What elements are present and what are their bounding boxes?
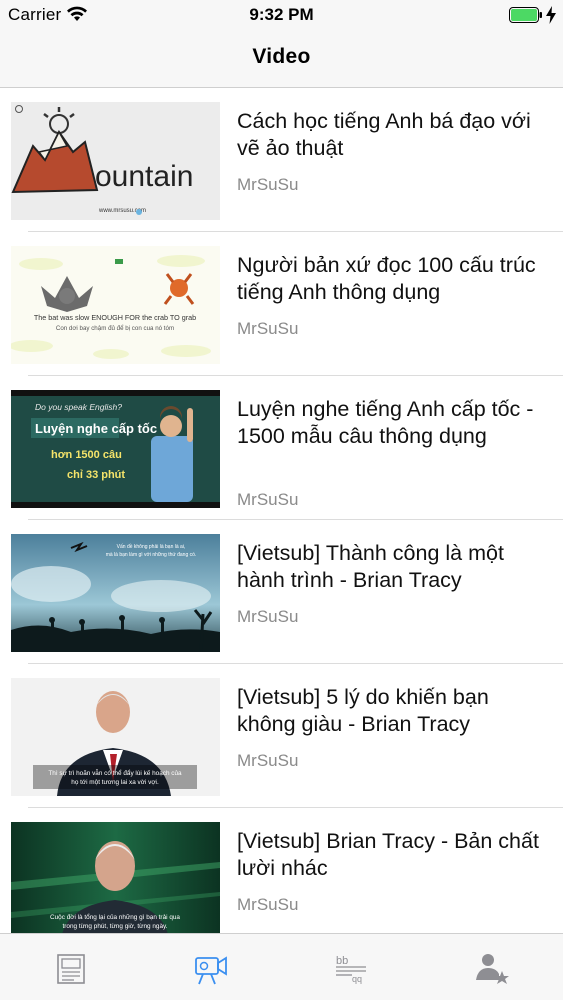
tab-profile[interactable] <box>472 948 512 988</box>
video-row[interactable]: Vấn đề không phải là bạn là ai, mà là bạ… <box>0 520 563 664</box>
tab-video[interactable] <box>192 948 232 988</box>
battery-icon <box>509 7 542 23</box>
video-thumbnail: Cuộc đời là tổng lại của những gì bạn tr… <box>11 822 220 940</box>
thumb-text: Luyện nghe cấp tốc <box>35 421 157 436</box>
tab-bar: bb qq <box>0 933 563 1000</box>
video-channel: MrSuSu <box>237 751 299 770</box>
thumb-text: trong từng phút, từng giờ, từng ngày. <box>62 923 167 930</box>
video-title: [Vietsub] 5 lý do khiến bạn không giàu -… <box>237 685 489 736</box>
video-title: [Vietsub] Thành công là một hành trình -… <box>237 541 504 592</box>
bat-crab-illustration-icon: The bat was slow ENOUGH FOR the crab TO … <box>11 246 220 364</box>
thumb-text: Thì sự trì hoãn vẫn có thể đẩy lùi kế ho… <box>48 768 182 777</box>
video-channel: MrSuSu <box>237 319 299 338</box>
video-row[interactable]: Thì sự trì hoãn vẫn có thể đẩy lùi kế ho… <box>0 664 563 808</box>
speaker-portrait-icon: Thì sự trì hoãn vẫn có thể đẩy lùi kế ho… <box>11 678 220 796</box>
video-channel: MrSuSu <box>237 175 299 194</box>
thumb-text: ountain <box>95 160 193 193</box>
navigation-bar: Video <box>0 30 563 88</box>
page-title: Video <box>252 45 311 68</box>
svg-text:bb: bb <box>336 955 348 967</box>
video-thumbnail: ountain www.mrsusu.com <box>11 102 220 220</box>
video-title: Cách học tiếng Anh bá đạo với vẽ ảo thuậ… <box>237 109 531 160</box>
profile-favorite-icon <box>476 954 509 984</box>
thumb-text: mà là bạn làm gì với những thứ đang có. <box>106 552 197 558</box>
dictionary-icon: bb qq <box>336 955 366 984</box>
video-thumbnail: Do you speak English? Luyện nghe cấp tốc… <box>11 390 220 508</box>
video-title: Người bản xứ đọc 100 cấu trúc tiếng Anh … <box>237 253 536 304</box>
thumb-text: The bat was slow ENOUGH FOR the crab TO … <box>34 313 196 322</box>
thumb-text: Con dơi bay chậm đủ để bị con cua nó tóm <box>56 325 174 332</box>
thumb-text: chỉ 33 phút <box>67 469 125 481</box>
video-row[interactable]: Cuộc đời là tổng lại của những gì bạn tr… <box>0 808 563 952</box>
tab-news[interactable] <box>52 948 92 988</box>
video-row[interactable]: The bat was slow ENOUGH FOR the crab TO … <box>0 232 563 376</box>
video-channel: MrSuSu <box>237 490 299 509</box>
video-thumbnail: Vấn đề không phải là bạn là ai, mà là bạ… <box>11 534 220 652</box>
news-icon <box>57 954 85 984</box>
video-thumbnail: Thì sự trì hoãn vẫn có thể đẩy lùi kế ho… <box>11 678 220 796</box>
video-title: [Vietsub] Brian Tracy - Bản chất lười nh… <box>237 829 539 880</box>
svg-text:qq: qq <box>352 974 362 984</box>
thumb-text: họ tới một tương lai xa vời vợi. <box>71 779 159 786</box>
thumb-text: hơn 1500 câu <box>51 449 122 461</box>
video-title: Luyện nghe tiếng Anh cấp tốc - 1500 mẫu … <box>237 397 534 448</box>
mountain-drawing-icon: ountain www.mrsusu.com <box>11 102 220 220</box>
thumb-text: Vấn đề không phải là bạn là ai, <box>117 544 186 550</box>
thumb-text: Do you speak English? <box>35 402 122 412</box>
video-camera-icon <box>195 956 227 985</box>
status-bar: Carrier 9:32 PM <box>0 0 563 30</box>
speaker-green-background-icon: Cuộc đời là tổng lại của những gì bạn tr… <box>11 822 220 940</box>
charging-bolt-icon <box>546 6 556 24</box>
thumb-text: Cuộc đời là tổng lại của những gì bạn tr… <box>50 913 180 921</box>
video-channel: MrSuSu <box>237 895 299 914</box>
video-row[interactable]: ountain www.mrsusu.com Cách học tiếng An… <box>0 88 563 232</box>
video-row[interactable]: Do you speak English? Luyện nghe cấp tốc… <box>0 376 563 520</box>
video-channel: MrSuSu <box>237 607 299 626</box>
video-thumbnail: The bat was slow ENOUGH FOR the crab TO … <box>11 246 220 364</box>
clock: 9:32 PM <box>249 5 314 24</box>
teacher-chalkboard-icon: Do you speak English? Luyện nghe cấp tốc… <box>11 390 220 508</box>
tab-dictionary[interactable]: bb qq <box>332 948 372 988</box>
sky-silhouette-icon: Vấn đề không phải là bạn là ai, mà là bạ… <box>11 534 220 652</box>
